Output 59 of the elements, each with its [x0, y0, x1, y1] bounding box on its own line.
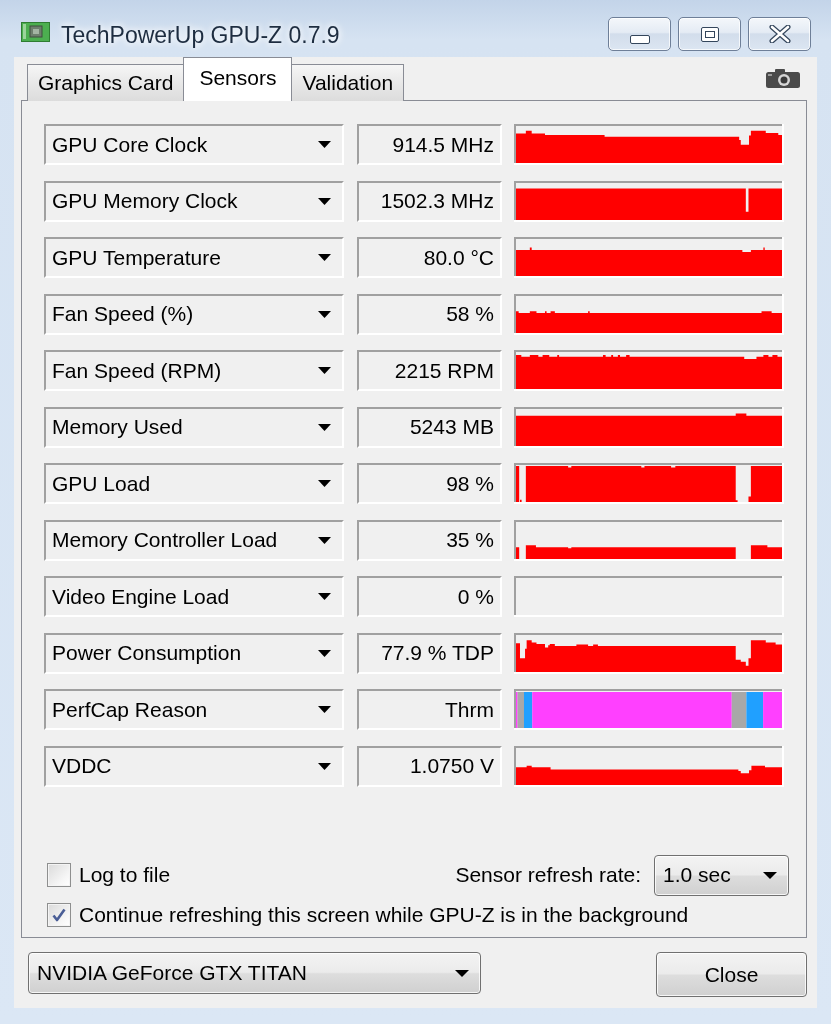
caret-icon [763, 871, 777, 879]
sensor-select[interactable]: PerfCap Reason [44, 689, 344, 730]
minimize-button[interactable] [608, 17, 671, 51]
checkbox[interactable] [47, 903, 71, 927]
caret-icon [318, 762, 331, 770]
sensor-select[interactable]: Fan Speed (%) [44, 293, 344, 335]
maximize-button[interactable] [678, 17, 741, 51]
sensor-value: 80.0 °C [357, 237, 502, 278]
sensor-select[interactable]: Fan Speed (RPM) [44, 350, 344, 391]
caret-icon [318, 593, 331, 600]
tab[interactable]: Sensors [183, 57, 293, 101]
sensor-value: 1.0750 V [357, 745, 502, 787]
caret-icon [318, 254, 331, 261]
checkmark-icon [52, 908, 66, 922]
caret-icon [318, 480, 331, 487]
sensor-select[interactable]: Power Consumption [44, 632, 344, 674]
camera-icon[interactable] [766, 69, 800, 88]
checkbox-label[interactable]: Log to file [79, 863, 171, 887]
sensor-select[interactable]: GPU Temperature [44, 237, 344, 278]
maximize-icon [700, 26, 719, 42]
sensor-select[interactable]: GPU Memory Clock [44, 180, 344, 222]
window-title: TechPowerUp GPU-Z 0.7.9 [61, 21, 340, 49]
window-close-button[interactable] [748, 17, 811, 51]
caret-icon [318, 536, 331, 544]
sensor-value: 2215 RPM [357, 350, 502, 391]
sensor-select[interactable]: Memory Controller Load [44, 519, 344, 561]
caret-icon [318, 649, 331, 657]
caret-icon [455, 969, 469, 977]
sensor-value: 35 % [357, 519, 502, 561]
sensor-select[interactable]: Memory Used [44, 406, 344, 448]
sensor-value: 98 % [357, 463, 502, 504]
caret-icon [318, 706, 331, 713]
sensor-value: 0 % [357, 576, 502, 617]
caret-icon [318, 367, 331, 374]
sensor-value: Thrm [357, 689, 502, 730]
caret-icon [318, 423, 331, 431]
close-icon [768, 25, 791, 43]
caret-icon [318, 197, 331, 205]
graphics-card-icon [21, 21, 50, 43]
tab[interactable]: Validation [291, 64, 405, 101]
caret-icon [318, 141, 331, 148]
sensor-value: 58 % [357, 293, 502, 335]
sensor-select[interactable]: GPU Load [44, 463, 344, 504]
sensor-value: 5243 MB [357, 406, 502, 448]
sensor-value: 77.9 % TDP [357, 632, 502, 674]
caret-icon [318, 310, 331, 318]
tab[interactable]: Graphics Card [27, 64, 185, 101]
close-button[interactable]: Close [656, 952, 807, 997]
checkbox-label[interactable]: Continue refreshing this screen while GPU-Z is in the background [79, 903, 689, 927]
minimize-icon [629, 34, 650, 44]
sensor-select[interactable]: VDDC [44, 745, 344, 787]
refresh-rate-dropdown[interactable]: 1.0 sec [654, 854, 789, 896]
sensor-select[interactable]: GPU Core Clock [44, 124, 344, 165]
sensor-value: 914.5 MHz [357, 124, 502, 165]
device-dropdown[interactable]: NVIDIA GeForce GTX TITAN [28, 952, 481, 994]
refresh-rate-label: Sensor refresh rate: [455, 863, 641, 887]
sensor-select[interactable]: Video Engine Load [44, 576, 344, 617]
checkbox[interactable] [47, 863, 71, 887]
sensor-value: 1502.3 MHz [357, 180, 502, 222]
